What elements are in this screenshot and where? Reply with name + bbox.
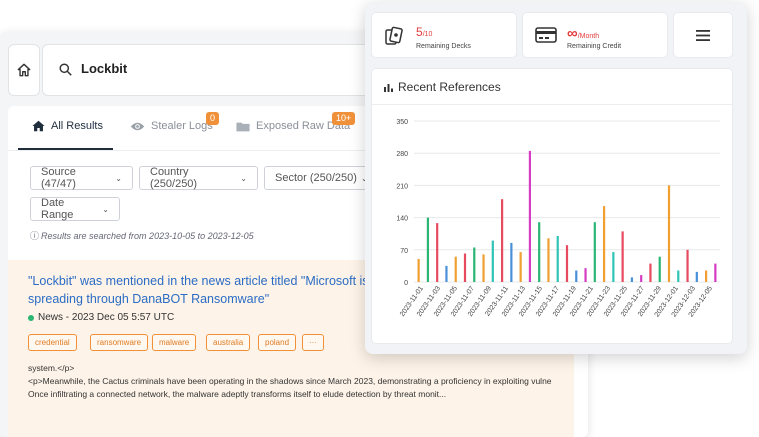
filter-label: Country (250/250): [150, 166, 198, 190]
home-icon: [17, 63, 31, 77]
chevron-down-icon: ⌄: [102, 204, 109, 214]
chart-bar[interactable]: [445, 265, 448, 282]
chart-bar[interactable]: [612, 252, 615, 282]
chart-header: Recent References: [372, 69, 732, 105]
result-snippet: system.</p> <p>Meanwhile, the Cactus cri…: [28, 362, 588, 401]
chart-bar[interactable]: [491, 240, 494, 282]
chart-bar[interactable]: [426, 217, 430, 282]
tag-australia[interactable]: australia: [206, 334, 251, 351]
search-icon: [59, 63, 72, 76]
home-icon: [32, 120, 45, 132]
chart-bar[interactable]: [677, 270, 680, 283]
chart-bar[interactable]: [547, 238, 550, 282]
y-tick-label: 350: [396, 119, 408, 126]
credit-label: Remaining Credit: [567, 43, 622, 50]
country-filter[interactable]: Country (250/250) ⌄: [139, 166, 258, 190]
recent-references-card: Recent References 0 70 140 210 280 350 2023-11…: [371, 68, 733, 344]
chart-bar[interactable]: [436, 223, 439, 282]
decks-value: 5/10: [416, 25, 433, 39]
tag-ransomware[interactable]: ransomware: [90, 334, 149, 351]
remaining-credit-card: ∞/Month Remaining Credit: [522, 12, 668, 58]
result-source-date: News - 2023 Dec 05 5:57 UTC: [38, 312, 175, 323]
chart-bar[interactable]: [482, 254, 485, 282]
chart-bar[interactable]: [704, 270, 708, 283]
tab-stealer-logs[interactable]: Stealer Logs: [130, 120, 213, 132]
dashboard-panel: 5/10 Remaining Decks ∞/Month Remaining C…: [365, 2, 747, 354]
eye-icon: [130, 122, 145, 130]
chart-bar[interactable]: [454, 256, 457, 282]
chart-bar[interactable]: [621, 231, 624, 282]
filter-label: Sector (250/250): [275, 172, 357, 184]
chart-bar[interactable]: [658, 256, 661, 282]
remaining-decks-card: 5/10 Remaining Decks: [371, 12, 517, 58]
folder-icon: [236, 122, 250, 131]
chart-bar[interactable]: [463, 253, 467, 282]
chart-bar[interactable]: [565, 245, 569, 282]
sector-filter[interactable]: Sector (250/250) ⌄: [264, 166, 380, 190]
chart-bar[interactable]: [593, 222, 596, 282]
source-filter[interactable]: Source (47/47) ⌄: [30, 166, 133, 190]
tab-label: Stealer Logs: [151, 120, 213, 132]
y-tick-label: 0: [404, 280, 408, 287]
chart-bar[interactable]: [649, 263, 652, 282]
chart-bar[interactable]: [667, 185, 671, 282]
chart-bar[interactable]: [519, 252, 522, 282]
search-note-text: Results are searched from 2023-10-05 to …: [41, 231, 254, 241]
cards-icon: [385, 26, 403, 45]
more-tags-button[interactable]: ···: [302, 334, 324, 351]
chart-bar[interactable]: [473, 247, 476, 283]
chart-bar[interactable]: [417, 259, 420, 282]
chart-bar[interactable]: [528, 150, 532, 282]
hamburger-menu-icon: [696, 29, 710, 41]
decks-label: Remaining Decks: [416, 43, 471, 50]
chart-bar[interactable]: [510, 242, 513, 282]
search-input[interactable]: Lockbit: [81, 61, 127, 76]
tab-label: All Results: [51, 120, 103, 132]
chevron-down-icon: ⌄: [240, 173, 247, 183]
chart-title: Recent References: [398, 80, 501, 94]
tab-all-results[interactable]: All Results: [32, 120, 103, 132]
chart-bar[interactable]: [630, 277, 634, 282]
y-tick-label: 280: [396, 151, 408, 158]
chart-bar[interactable]: [695, 271, 698, 282]
chart-bar[interactable]: [556, 236, 559, 282]
chart-bar[interactable]: [538, 222, 541, 282]
chart-bar[interactable]: [640, 275, 643, 282]
chart-bar[interactable]: [500, 199, 504, 282]
chart-bar[interactable]: [584, 268, 587, 282]
tag-credential[interactable]: credential: [28, 334, 77, 351]
date-range-filter[interactable]: Date Range ⌄: [30, 197, 120, 221]
result-meta: News - 2023 Dec 05 5:57 UTC: [28, 312, 174, 323]
tag-poland[interactable]: poland: [258, 334, 297, 351]
y-tick-label: 140: [396, 216, 408, 223]
bar-chart-icon: [384, 84, 393, 92]
credit-card-icon: [535, 27, 557, 43]
chart-bar[interactable]: [575, 270, 578, 283]
source-status-dot: [28, 314, 34, 321]
info-icon: ⓘ: [30, 231, 40, 241]
exposed-count-badge: 10+: [332, 112, 356, 125]
snippet-line: <p>Meanwhile, the Cactus criminals have …: [28, 376, 552, 386]
y-tick-label: 210: [396, 183, 408, 190]
filter-label: Date Range: [41, 197, 74, 221]
chevron-down-icon: ⌄: [115, 173, 122, 183]
references-bar-chart: 0701402102803502023-11-012023-11-032023-…: [396, 119, 720, 318]
home-button[interactable]: [8, 44, 40, 96]
snippet-line: Once infiltrating a connected network, t…: [28, 389, 447, 399]
tag-malware[interactable]: malware: [152, 334, 197, 351]
y-tick-label: 70: [400, 248, 408, 255]
stealer-count-badge: 0: [206, 112, 220, 125]
snippet-line: system.</p>: [28, 363, 75, 373]
chart-bar[interactable]: [686, 249, 689, 282]
filter-label: Source (47/47): [41, 166, 76, 190]
chart-bar[interactable]: [714, 263, 717, 282]
search-range-note: ⓘ Results are searched from 2023-10-05 to…: [30, 229, 254, 242]
chart-bar[interactable]: [602, 206, 606, 282]
menu-button[interactable]: [673, 12, 733, 58]
credit-value: ∞/Month: [567, 25, 600, 42]
